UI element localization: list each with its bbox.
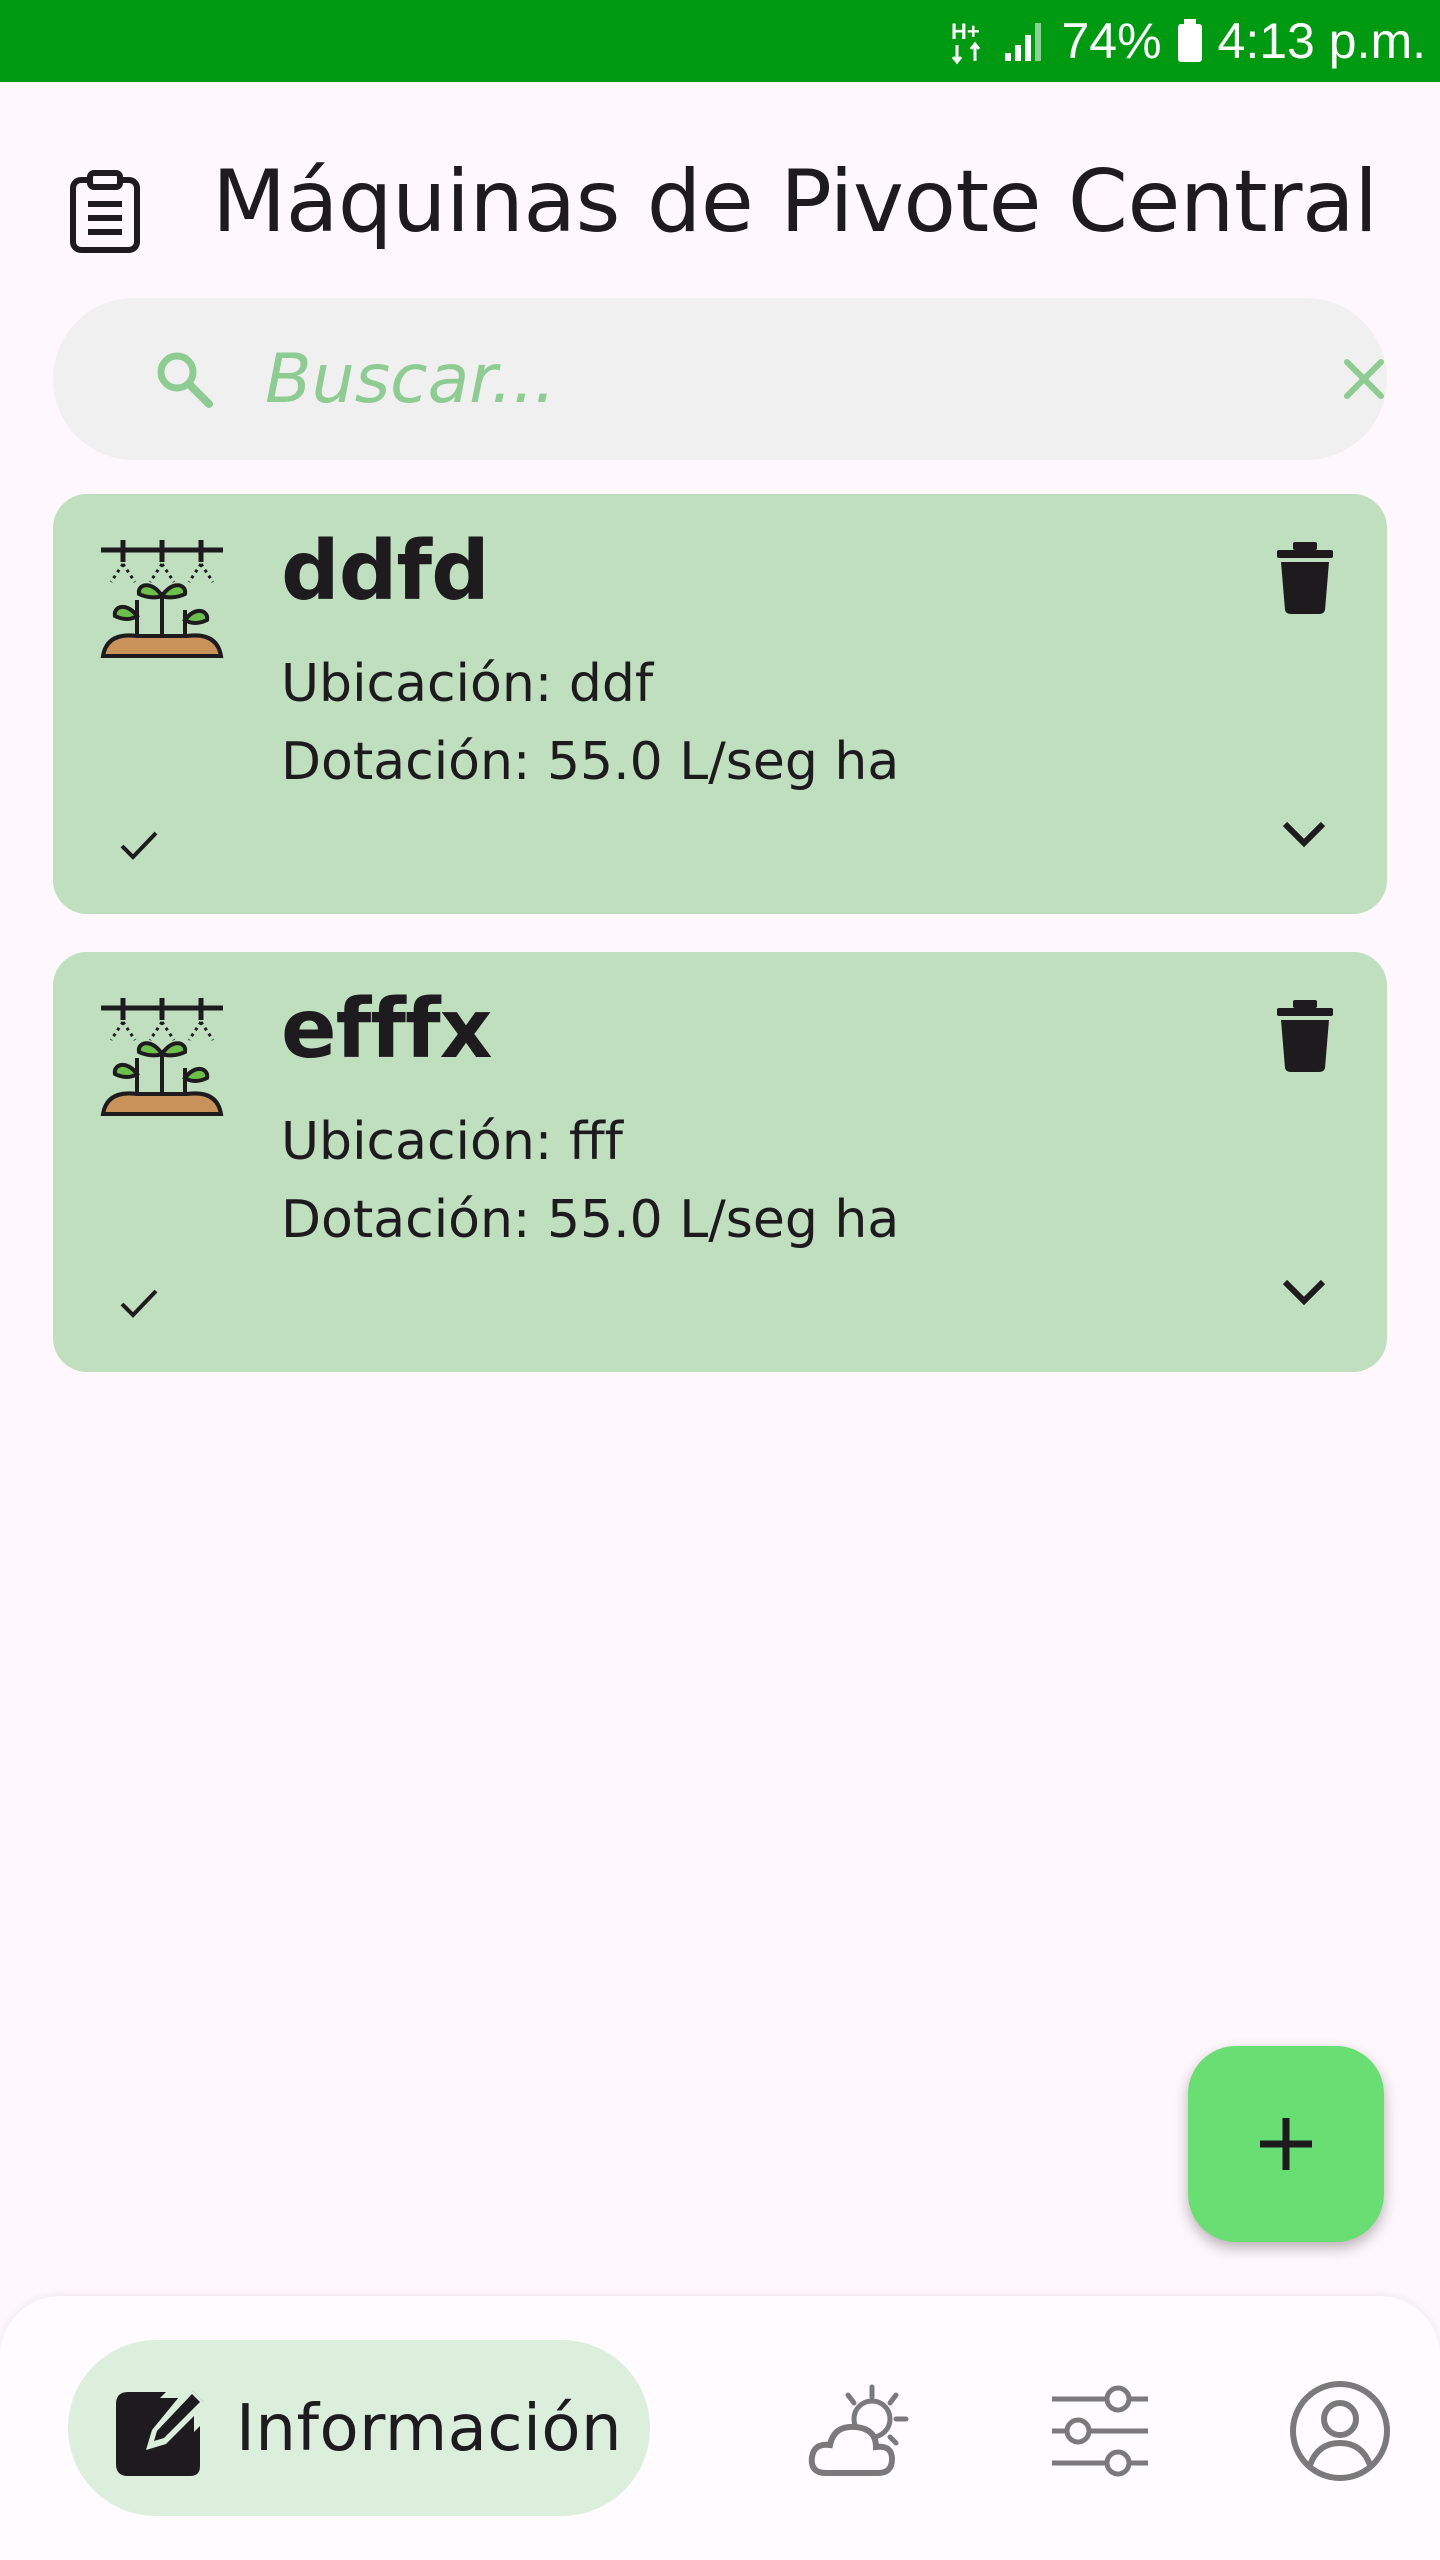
add-machine-button[interactable]	[1188, 2046, 1384, 2242]
trash-icon[interactable]	[1277, 542, 1333, 614]
machine-location: Ubicación: fff	[281, 1112, 623, 1172]
battery-percent: 74%	[1061, 13, 1162, 69]
signal-strength-icon	[1003, 19, 1047, 63]
check-icon	[120, 1289, 158, 1318]
nav-label-informacion: Información	[236, 2392, 623, 2466]
close-icon[interactable]	[1337, 352, 1391, 406]
app-bar: Máquinas de Pivote Central	[0, 82, 1440, 292]
account-circle-icon	[1290, 2381, 1390, 2481]
page-title: Máquinas de Pivote Central	[212, 152, 1378, 252]
machine-name: efffx	[281, 982, 493, 1077]
status-bar: H+ 74% 4:13 p.m.	[0, 0, 1440, 82]
nav-item-settings[interactable]	[1028, 2360, 1172, 2502]
sliders-icon	[1052, 2385, 1148, 2477]
machine-location: Ubicación: ddf	[281, 654, 654, 714]
chevron-down-icon[interactable]	[1281, 1276, 1327, 1308]
plus-icon	[1260, 2118, 1312, 2170]
edit-note-icon	[116, 2386, 206, 2476]
svg-text:H+: H+	[951, 19, 980, 44]
partly-cloudy-icon	[808, 2384, 909, 2476]
clipboard-icon	[70, 170, 140, 253]
machine-supply: Dotación: 55.0 L/seg ha	[281, 732, 900, 792]
search-bar[interactable]	[53, 298, 1387, 460]
nav-item-weather[interactable]	[788, 2360, 932, 2502]
clock: 4:13 p.m.	[1217, 13, 1426, 69]
machine-card[interactable]: ddfd Ubicación: ddf Dotación: 55.0 L/seg…	[53, 494, 1387, 914]
search-input[interactable]	[265, 328, 1265, 430]
chevron-down-icon[interactable]	[1281, 818, 1327, 850]
nav-item-informacion[interactable]: Información	[68, 2340, 650, 2516]
machine-supply: Dotación: 55.0 L/seg ha	[281, 1190, 900, 1250]
battery-icon	[1176, 19, 1204, 63]
trash-icon[interactable]	[1277, 1000, 1333, 1072]
machine-card[interactable]: efffx Ubicación: fff Dotación: 55.0 L/se…	[53, 952, 1387, 1372]
nav-item-profile[interactable]	[1268, 2360, 1412, 2502]
bottom-navigation: Información	[0, 2296, 1440, 2560]
irrigated-plants-icon	[100, 540, 224, 658]
machine-name: ddfd	[281, 524, 490, 619]
search-icon	[157, 352, 213, 408]
check-icon	[120, 831, 158, 860]
network-type-icon: H+	[949, 17, 989, 65]
irrigated-plants-icon	[100, 998, 224, 1116]
